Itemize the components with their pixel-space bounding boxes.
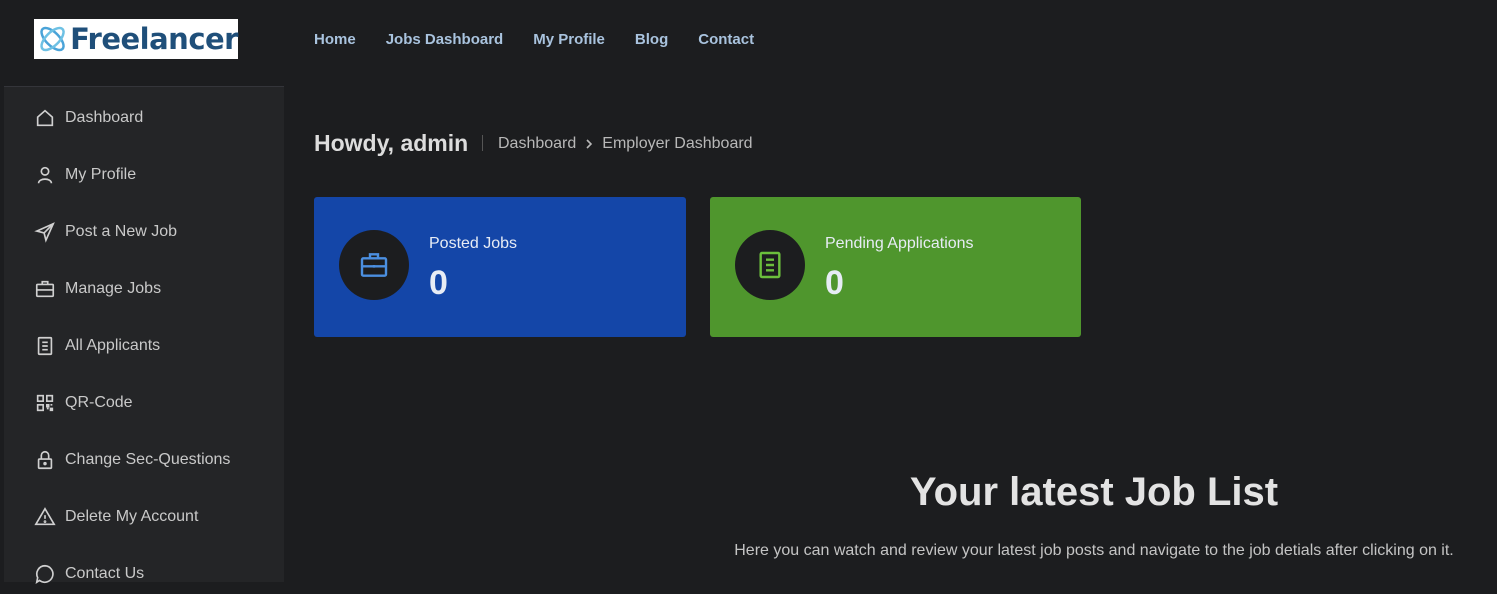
card-label: Pending Applications — [825, 235, 974, 252]
logo-text: Freelancer — [70, 22, 238, 56]
sidebar-item-qr-code[interactable]: QR-Code — [4, 383, 284, 423]
sidebar-item-label: Contact Us — [65, 565, 145, 582]
warning-icon — [34, 507, 56, 526]
sidebar-item-label: QR-Code — [65, 394, 133, 411]
sidebar-item-my-profile[interactable]: My Profile — [4, 155, 284, 195]
breadcrumb: Dashboard Employer Dashboard — [498, 135, 753, 153]
sidebar-item-all-applicants[interactable]: All Applicants — [4, 326, 284, 366]
document-icon — [37, 336, 53, 356]
divider — [482, 135, 483, 151]
card-value: 0 — [429, 264, 448, 302]
nav-jobs-dashboard[interactable]: Jobs Dashboard — [386, 31, 504, 48]
page-title: Howdy, admin — [314, 130, 469, 156]
sidebar-item-post-job[interactable]: Post a New Job — [4, 212, 284, 252]
lock-icon — [37, 450, 53, 470]
sidebar-item-contact-us[interactable]: Contact Us — [4, 554, 284, 594]
sidebar-item-dashboard[interactable]: Dashboard — [4, 98, 284, 138]
card-icon-circle — [735, 230, 805, 300]
main-nav: Home Jobs Dashboard My Profile Blog Cont… — [314, 31, 754, 48]
sidebar-item-label: Change Sec-Questions — [65, 451, 231, 468]
breadcrumb-current: Employer Dashboard — [602, 135, 753, 152]
qr-icon — [36, 394, 54, 412]
sidebar-item-label: Dashboard — [65, 109, 144, 126]
sidebar-item-label: Post a New Job — [65, 223, 178, 240]
briefcase-icon — [35, 280, 55, 298]
sidebar-item-manage-jobs[interactable]: Manage Jobs — [4, 269, 284, 309]
document-icon — [759, 251, 781, 279]
sidebar-item-change-sec-questions[interactable]: Change Sec-Questions — [4, 440, 284, 480]
sidebar-item-label: My Profile — [65, 166, 137, 183]
main-content: Howdy, admin Dashboard Employer Dashboar… — [284, 86, 1497, 582]
sidebar-item-delete-account[interactable]: Delete My Account — [4, 497, 284, 537]
logo[interactable]: Freelancer — [34, 19, 238, 59]
nav-blog[interactable]: Blog — [635, 31, 668, 48]
briefcase-icon — [360, 253, 388, 277]
chevron-right-icon — [586, 139, 593, 149]
sidebar-item-label: Delete My Account — [65, 508, 199, 525]
breadcrumb-dashboard[interactable]: Dashboard — [498, 135, 576, 153]
card-icon-circle — [339, 230, 409, 300]
latest-jobs-title: Your latest Job List — [909, 470, 1279, 514]
posted-jobs-card[interactable]: Posted Jobs 0 — [314, 197, 686, 337]
send-icon — [34, 222, 55, 243]
user-icon — [37, 166, 53, 184]
nav-contact[interactable]: Contact — [698, 31, 754, 48]
sidebar-item-label: Manage Jobs — [65, 280, 162, 297]
card-value: 0 — [825, 264, 844, 302]
sidebar: Dashboard My Profile Post a New Job Mana… — [4, 86, 284, 585]
pending-applications-card[interactable]: Pending Applications 0 — [710, 197, 1081, 337]
card-label: Posted Jobs — [429, 235, 518, 252]
logo-icon — [40, 26, 65, 52]
top-bar: Freelancer Home Jobs Dashboard My Profil… — [0, 0, 1497, 86]
nav-my-profile[interactable]: My Profile — [533, 31, 605, 48]
nav-home[interactable]: Home — [314, 31, 356, 48]
sidebar-item-label: All Applicants — [65, 337, 161, 354]
home-icon — [36, 109, 54, 127]
latest-jobs-subtitle: Here you can watch and review your lates… — [734, 542, 1454, 559]
